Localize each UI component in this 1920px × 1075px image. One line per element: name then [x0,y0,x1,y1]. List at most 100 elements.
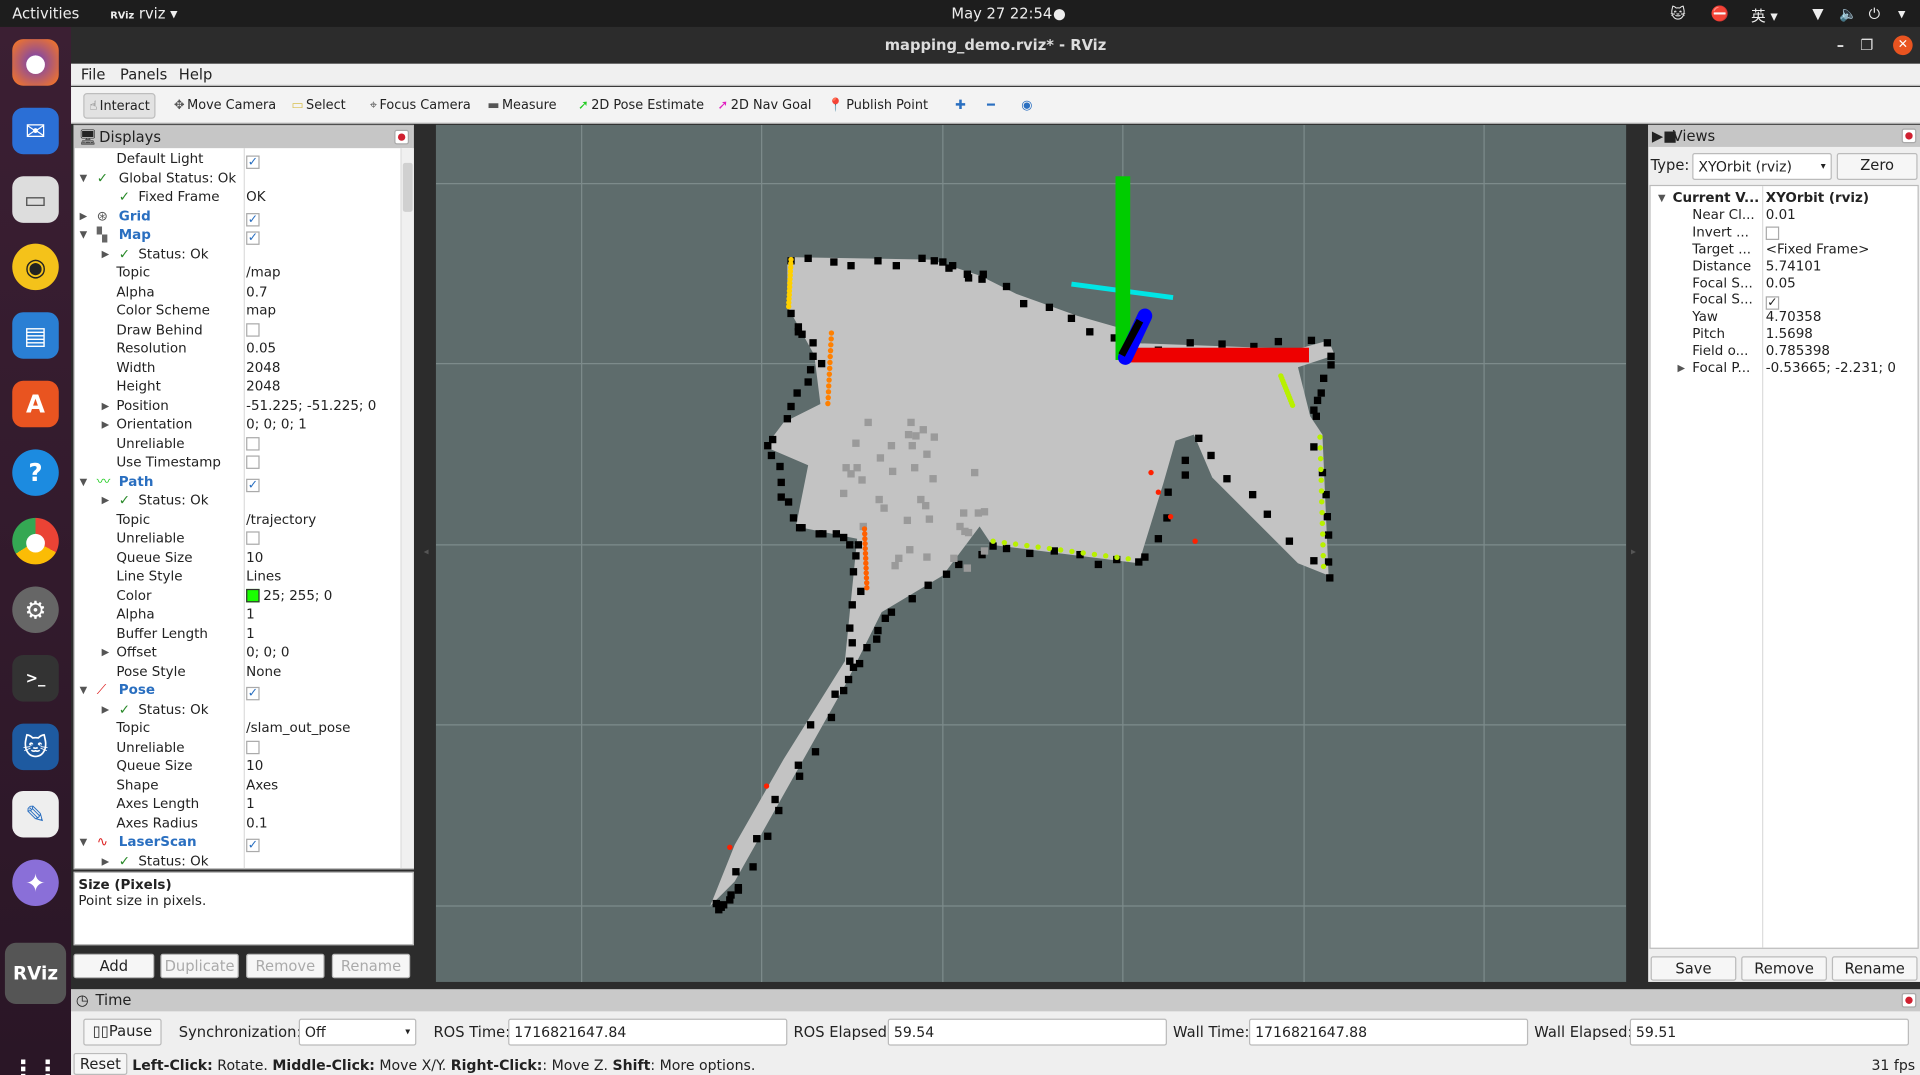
checkbox[interactable]: ✓ [246,838,260,853]
rhythmbox-icon[interactable]: ◉ [12,243,59,291]
rviz-dock-icon[interactable]: RViz [4,942,67,1004]
zoom-in-icon[interactable]: ✚ [950,93,971,119]
property-value[interactable]: 0.785398 [1766,343,1830,360]
expand-right-icon[interactable]: ▶ [102,700,110,719]
column-divider[interactable] [243,148,245,869]
display-row-use-timestamp[interactable]: Use Timestamp [75,453,401,472]
tool-2d-nav-goal[interactable]: ➚ 2D Nav Goal [713,93,817,119]
display-row-orientation[interactable]: ▶ Orientation 0; 0; 0; 1 [75,415,401,434]
display-row-pose[interactable]: ▼ ⟋ Pose ✓ [75,681,401,701]
view-row[interactable]: Field o... 0.785398 [1651,343,1918,360]
expand-down-icon[interactable]: ▼ [1658,190,1666,207]
property-value[interactable]: 1.5698 [1766,326,1813,343]
expand-down-icon[interactable]: ▼ [80,681,88,700]
display-row-grid[interactable]: ▶ ⊛ Grid ✓ [75,206,401,226]
activities-button[interactable]: Activities [12,5,79,22]
property-value[interactable]: 1 [246,605,255,624]
zero-button[interactable]: Zero [1836,153,1918,180]
checkbox[interactable]: ✓ [246,212,260,226]
display-row-fixed-frame[interactable]: ✓ Fixed Frame OK [75,187,401,206]
display-row-color[interactable]: Color 25; 255; 0 [75,586,401,605]
property-value[interactable]: ✓ [246,681,260,701]
expand-down-icon[interactable]: ▼ [80,168,88,187]
property-value[interactable]: 5.74101 [1766,258,1822,275]
collapse-right-handle[interactable]: ▸ [1631,546,1636,557]
volume-icon[interactable]: 🔈 [1839,5,1857,22]
tool-measure[interactable]: ▬ Measure [482,93,561,119]
minimize-button[interactable]: – [1837,27,1844,64]
view-row[interactable]: ▼ Current V... XYOrbit (rviz) [1651,190,1918,207]
property-value[interactable]: 2048 [246,377,280,396]
expand-right-icon[interactable]: ▶ [80,206,88,225]
remove-view-button[interactable]: Remove [1741,956,1827,981]
view-row[interactable]: Yaw 4.70358 [1651,309,1918,326]
duplicate-button[interactable]: Duplicate [160,953,239,979]
view-row[interactable]: Target ... <Fixed Frame> [1651,241,1918,258]
property-value[interactable]: /slam_out_pose [246,719,350,738]
display-row-queue-size[interactable]: Queue Size 10 [75,757,401,776]
add-button[interactable]: Add [73,953,155,979]
property-value[interactable] [1765,224,1780,242]
display-row-path[interactable]: ▼ 〰 Path ✓ [75,472,401,492]
property-value[interactable]: 0; 0; 0 [246,643,289,662]
help-icon[interactable]: ? [12,449,59,496]
cat-tray-icon[interactable]: 🐱 [1670,5,1685,22]
display-row-resolution[interactable]: Resolution 0.05 [75,339,401,358]
terminal-icon[interactable]: >_ [12,655,59,702]
checkbox[interactable] [246,455,260,469]
save-view-button[interactable]: Save [1650,956,1737,981]
blocked-tray-icon[interactable]: ⛔ [1711,5,1729,22]
display-row-topic[interactable]: Topic/trajectory [75,510,401,529]
display-row-axes-length[interactable]: Axes Length 1 [75,795,401,814]
close-button[interactable]: ✕ [1893,35,1913,56]
display-row-position[interactable]: ▶ Position -51.225; -51.225; 0 [75,396,401,415]
view-row[interactable]: Focal S... ✓ [1651,292,1918,311]
tool-move-camera[interactable]: ✥ Move Camera [169,93,281,119]
display-row-shape[interactable]: Shape Axes [75,776,401,795]
property-value[interactable]: /map [246,263,280,282]
writer-icon[interactable]: ▤ [12,312,59,359]
ros-time-field[interactable]: 1716821647.84 [508,1018,788,1046]
checkbox[interactable]: ✓ [246,478,260,492]
expand-right-icon[interactable]: ▶ [102,396,110,415]
display-row-unreliable[interactable]: Unreliable [75,529,401,548]
vertical-scrollbar[interactable] [400,148,414,869]
property-value[interactable]: -0.53665; -2.231; 0 [1766,360,1896,377]
text-editor-icon[interactable]: ✎ [12,790,59,838]
property-value[interactable]: 0.1 [246,814,267,833]
property-value[interactable]: ✓ [246,149,260,169]
zoom-out-icon[interactable]: ━ [982,93,1000,119]
property-value[interactable]: 0; 0; 0; 1 [246,415,307,434]
checkbox[interactable]: ✓ [246,155,260,169]
property-value[interactable]: ✓ [246,833,260,853]
close-panel-icon[interactable] [1901,128,1917,144]
thunderbird-icon[interactable]: ✉ [12,107,59,155]
display-row-unreliable[interactable]: Unreliable [75,738,401,757]
reset-button[interactable]: Reset [73,1052,128,1075]
eye-icon[interactable]: ◉ [1016,93,1037,119]
wifi-icon[interactable]: ▼ [1812,5,1823,22]
close-panel-icon[interactable] [1901,992,1917,1008]
app-icon[interactable]: ✦ [12,859,59,907]
pause-button[interactable]: ▯▯Pause [83,1018,162,1046]
display-row-unreliable[interactable]: Unreliable [75,434,401,453]
sync-select[interactable]: Off ▾ [298,1018,417,1046]
display-row-draw-behind[interactable]: Draw Behind [75,320,401,339]
display-row-color-scheme[interactable]: Color Scheme map [75,301,401,320]
display-row-status-ok[interactable]: ▶ ✓ Status: Ok [75,852,401,868]
property-value[interactable]: ✓ [246,225,260,245]
property-value[interactable] [246,529,260,548]
rename-view-button[interactable]: Rename [1831,956,1918,981]
checkbox[interactable] [1765,226,1780,240]
display-row-pose-style[interactable]: Pose Style None [75,662,401,681]
menu-help[interactable]: Help [179,66,213,83]
wall-time-field[interactable]: 1716821647.88 [1248,1018,1529,1046]
property-value[interactable]: 0.7 [246,282,267,301]
property-value[interactable]: None [246,662,281,681]
tool-2d-pose-estimate[interactable]: ➚ 2D Pose Estimate [573,93,709,119]
3d-render-view[interactable] [435,124,1627,982]
expand-right-icon[interactable]: ▶ [102,415,110,434]
expand-down-icon[interactable]: ▼ [80,472,88,491]
property-value[interactable]: 1 [246,795,255,814]
expand-down-icon[interactable]: ▼ [80,225,88,244]
